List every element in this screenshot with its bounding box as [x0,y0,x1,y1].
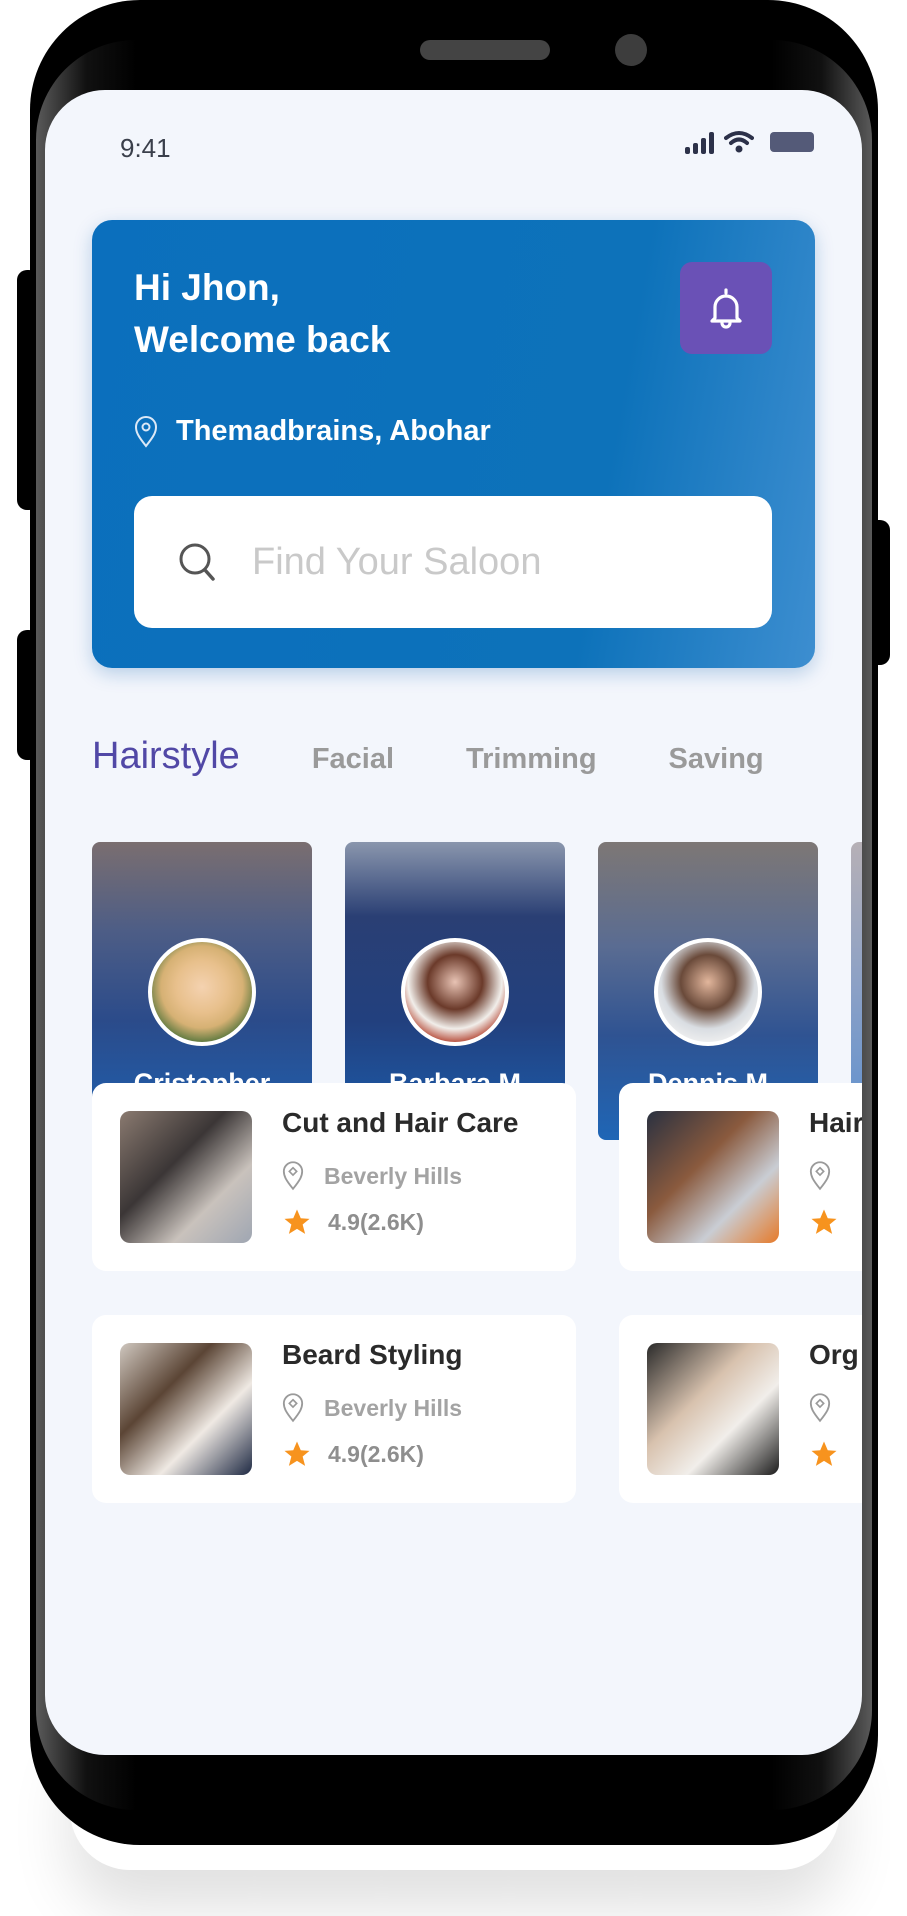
front-camera [615,34,647,66]
greeting: Hi Jhon, Welcome back [134,262,390,366]
salon-rating [809,1439,839,1469]
salon-rating [809,1207,839,1237]
salon-location [809,1393,831,1423]
signal-icon [685,132,714,154]
salon-name: Org [809,1339,859,1370]
salon-rating-text: 4.9(2.6K) [328,1208,424,1235]
location-pin-icon [282,1161,304,1191]
salon-name: Cut and Hair Care [282,1107,519,1138]
salon-card[interactable]: Cut and Hair Care Beverly Hills 4.9(2.6K… [92,1083,576,1271]
wifi-icon [724,131,754,153]
recommended-row: Beard Styling Beverly Hills 4.9(2.6K) Or… [92,1315,862,1503]
recommended-row: Cut and Hair Care Beverly Hills 4.9(2.6K… [92,1083,862,1271]
salon-thumbnail [647,1111,779,1243]
greeting-name: Hi Jhon, [134,267,280,308]
search-bar[interactable] [134,496,772,628]
notification-button[interactable] [680,262,772,354]
category-tabs: Hairstyle Facial Trimming Saving [92,735,836,778]
salon-name: Hair [809,1107,862,1138]
current-location[interactable]: Themadbrains, Abohar [134,415,491,448]
welcome-card: Hi Jhon, Welcome back Themadbrains, Aboh… [92,220,815,668]
salon-location: Beverly Hills [282,1161,462,1191]
speaker-grille [420,40,550,60]
status-time: 9:41 [120,133,171,163]
salon-card[interactable]: Org [619,1315,862,1503]
salon-rating-text: 4.9(2.6K) [328,1440,424,1467]
tab-facial[interactable]: Facial [312,743,394,776]
location-pin-icon [809,1393,831,1423]
bell-icon [710,288,742,329]
search-input[interactable] [250,539,734,585]
star-icon [284,1209,310,1234]
battery-icon [770,132,814,152]
salon-location [809,1161,831,1191]
location-pin-icon [809,1161,831,1191]
salon-location-text: Beverly Hills [324,1394,463,1421]
salon-card[interactable]: Hair [619,1083,862,1271]
location-pin-icon [282,1393,304,1423]
star-icon [284,1441,310,1466]
stylist-avatar [654,938,762,1046]
salon-card[interactable]: Beard Styling Beverly Hills 4.9(2.6K) [92,1315,576,1503]
stylist-avatar [401,938,509,1046]
salon-name: Beard Styling [282,1339,463,1370]
salon-thumbnail [647,1343,779,1475]
tab-hairstyle[interactable]: Hairstyle [92,735,240,778]
search-icon [179,543,215,581]
status-icons [685,130,814,154]
star-icon [811,1209,837,1234]
star-icon [811,1441,837,1466]
tab-trimming[interactable]: Trimming [466,743,597,776]
greeting-welcome: Welcome back [134,319,391,360]
salon-rating: 4.9(2.6K) [282,1207,424,1237]
salon-location-text: Beverly Hills [324,1162,463,1189]
salon-thumbnail [120,1111,252,1243]
stylist-avatar [148,938,256,1046]
location-text: Themadbrains, Abohar [176,415,491,447]
salon-thumbnail [120,1343,252,1475]
salon-rating: 4.9(2.6K) [282,1439,424,1469]
tab-saving[interactable]: Saving [669,743,764,776]
app-screen: 9:41 Hi Jhon, Welcome back Themadbrains,… [45,90,862,1755]
location-pin-icon [134,415,158,448]
salon-location: Beverly Hills [282,1393,462,1423]
